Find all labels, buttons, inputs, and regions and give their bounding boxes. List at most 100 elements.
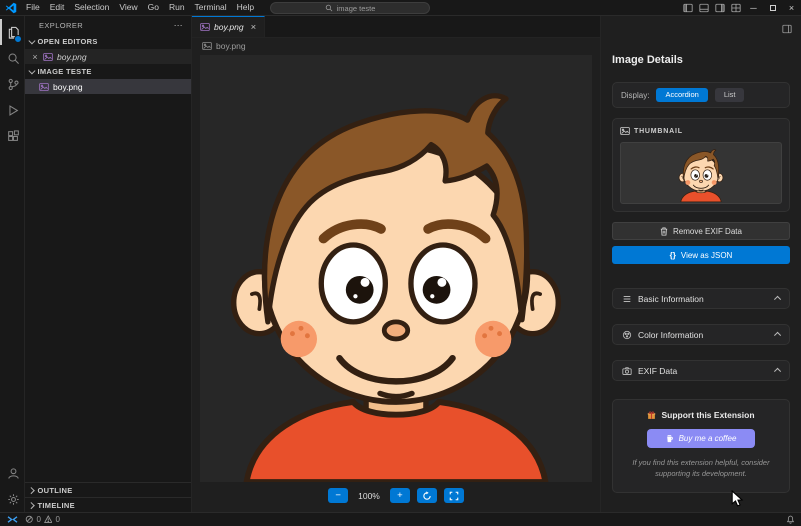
menu-selection[interactable]: Selection	[69, 0, 114, 15]
support-title-row: Support this Extension	[621, 410, 781, 420]
search-icon	[325, 4, 333, 12]
support-card: Support this Extension Buy me a coffee I…	[612, 399, 790, 493]
activity-extensions[interactable]	[0, 123, 24, 149]
remote-indicator[interactable]	[3, 513, 21, 526]
open-editors-label: OPEN EDITORS	[38, 37, 98, 46]
customize-layout-icon[interactable]	[728, 0, 744, 15]
zoom-out-button[interactable]: −	[328, 488, 348, 503]
command-center-search[interactable]: image teste	[270, 2, 430, 14]
display-toggle-card: Display: Accordion List	[612, 82, 790, 108]
accordion-exif-data[interactable]: EXIF Data	[612, 360, 790, 381]
image-file-icon	[39, 82, 49, 92]
vscode-window: File Edit Selection View Go Run Terminal…	[0, 0, 801, 526]
activity-search[interactable]	[0, 45, 24, 71]
boy-image	[200, 55, 592, 482]
sidebar-title: EXPLORER	[39, 21, 83, 30]
menu-edit[interactable]: Edit	[45, 0, 70, 15]
thumbnail-image	[675, 144, 727, 202]
zoom-controls: − 100% +	[192, 484, 600, 512]
tab-close-icon[interactable]: ×	[251, 22, 257, 33]
accordion-color-information[interactable]: Color Information	[612, 324, 790, 345]
gift-icon	[647, 411, 656, 420]
window-close-button[interactable]: ×	[782, 0, 801, 15]
breadcrumb[interactable]: boy.png	[192, 38, 600, 53]
more-actions-icon[interactable]: ⋯	[174, 20, 183, 31]
fit-screen-button[interactable]	[444, 488, 464, 503]
braces-icon: {}	[670, 251, 676, 260]
remove-exif-button[interactable]: Remove EXIF Data	[612, 222, 790, 240]
zoom-reset-button[interactable]	[417, 488, 437, 503]
outline-section[interactable]: OUTLINE	[25, 482, 191, 497]
zoom-in-button[interactable]: +	[390, 488, 410, 503]
menu-go[interactable]: Go	[143, 0, 164, 15]
menu-run[interactable]: Run	[164, 0, 190, 15]
bell-icon[interactable]	[786, 515, 795, 524]
list-icon	[622, 294, 632, 304]
image-file-icon	[202, 41, 212, 51]
warning-count: 0	[55, 515, 59, 524]
close-icon[interactable]: ×	[31, 52, 39, 62]
sync-badge	[14, 35, 22, 43]
activity-source-control[interactable]	[0, 71, 24, 97]
activity-bar-spacer	[0, 149, 24, 460]
reset-zoom-icon	[422, 491, 432, 501]
image-preview[interactable]	[200, 55, 592, 482]
folder-name: IMAGE TESTE	[38, 67, 92, 76]
search-icon	[7, 52, 20, 65]
file-row-selected[interactable]: boy.png	[25, 79, 191, 94]
problems-indicator[interactable]: 0 0	[25, 515, 60, 524]
toggle-secondary-sidebar-icon[interactable]	[712, 0, 728, 15]
panel-title: Image Details	[612, 54, 790, 66]
menu-terminal[interactable]: Terminal	[190, 0, 232, 15]
accordion-basic-information[interactable]: Basic Information	[612, 288, 790, 309]
camera-icon	[622, 366, 632, 376]
explorer-sidebar: EXPLORER ⋯ OPEN EDITORS × boy.png IMAGE …	[25, 16, 192, 512]
window-maximize-button[interactable]	[763, 0, 782, 15]
window-minimize-button[interactable]: ─	[744, 0, 763, 15]
chevron-right-icon	[28, 502, 34, 508]
chevron-up-icon	[774, 332, 780, 338]
folder-section[interactable]: IMAGE TESTE	[25, 64, 191, 79]
error-count: 0	[37, 515, 41, 524]
toggle-sidebar-icon[interactable]	[680, 0, 696, 15]
warnings-icon	[44, 515, 53, 524]
open-editors-section[interactable]: OPEN EDITORS	[25, 34, 191, 49]
chevron-down-icon	[29, 38, 35, 44]
activity-run-debug[interactable]	[0, 97, 24, 123]
open-editor-item[interactable]: × boy.png	[25, 49, 191, 64]
panel-layout-icon[interactable]	[782, 21, 792, 39]
buy-coffee-button[interactable]: Buy me a coffee	[647, 429, 755, 448]
activity-account[interactable]	[0, 460, 24, 486]
chevron-right-icon	[28, 487, 34, 493]
palette-icon	[622, 330, 632, 340]
activity-bar	[0, 16, 25, 512]
thumbnail-label: THUMBNAIL	[634, 128, 683, 135]
thumbnail-header: THUMBNAIL	[620, 126, 782, 136]
display-accordion-button[interactable]: Accordion	[656, 88, 707, 102]
menu-view[interactable]: View	[114, 0, 142, 15]
run-debug-icon	[7, 104, 20, 117]
maximize-icon	[770, 5, 776, 11]
chevron-up-icon	[774, 368, 780, 374]
errors-icon	[25, 515, 34, 524]
image-file-icon	[200, 22, 210, 32]
tab-boy-png[interactable]: boy.png ×	[192, 16, 265, 37]
timeline-label: TIMELINE	[38, 501, 75, 510]
source-control-icon	[7, 78, 20, 91]
menu-file[interactable]: File	[21, 0, 45, 15]
sidebar-empty-space	[25, 94, 191, 482]
display-list-button[interactable]: List	[715, 88, 745, 102]
search-text: image teste	[337, 4, 376, 13]
workbench: EXPLORER ⋯ OPEN EDITORS × boy.png IMAGE …	[0, 16, 801, 512]
vscode-logo-icon	[5, 2, 17, 14]
activity-settings[interactable]	[0, 486, 24, 512]
timeline-section[interactable]: TIMELINE	[25, 497, 191, 512]
menu-help[interactable]: Help	[232, 0, 259, 15]
buy-coffee-label: Buy me a coffee	[679, 434, 737, 443]
zoom-level: 100%	[358, 491, 380, 501]
activity-explorer[interactable]	[0, 19, 24, 45]
extensions-icon	[7, 130, 20, 143]
breadcrumb-item[interactable]: boy.png	[216, 41, 246, 51]
toggle-panel-icon[interactable]	[696, 0, 712, 15]
view-json-button[interactable]: {} View as JSON	[612, 246, 790, 264]
